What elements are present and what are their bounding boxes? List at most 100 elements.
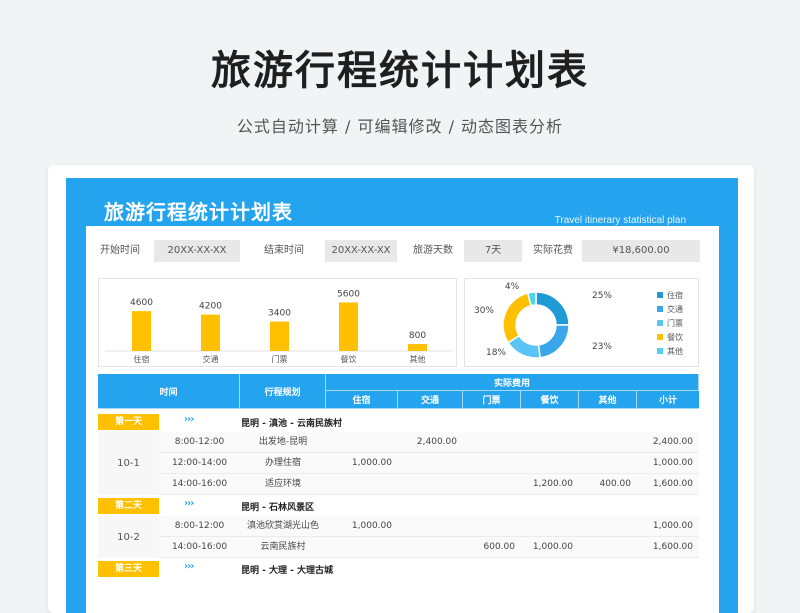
cost-cell[interactable]: [463, 474, 521, 495]
legend-label: 住宿: [667, 290, 683, 300]
end-time-label: 结束时间: [264, 245, 304, 256]
legend-label: 其他: [667, 346, 683, 356]
plan-cell[interactable]: 云南民族村: [240, 537, 326, 558]
cost-cell[interactable]: [579, 432, 637, 453]
cost-cell[interactable]: [326, 537, 398, 558]
start-time-value[interactable]: 20XX-XX-XX: [154, 240, 240, 262]
cost-cell[interactable]: [463, 432, 521, 453]
bar-value-label: 3400: [268, 309, 291, 319]
bar-category-label: 其他: [410, 354, 426, 364]
expand-arrow-icon[interactable]: ›››: [184, 414, 194, 425]
time-cell[interactable]: 14:00-16:00: [159, 474, 240, 495]
header-col-subtotal: 小计: [637, 391, 699, 409]
table-row: 8:00-12:00 滇池欣赏湖光山色 1,000.00 1,000.00: [159, 516, 699, 537]
day-date: 10-1: [98, 432, 159, 495]
header-plan: 行程规划: [240, 374, 326, 409]
legend-swatch: [657, 306, 663, 312]
cost-label: 实际花费: [533, 245, 573, 256]
cost-cell[interactable]: [326, 432, 398, 453]
cost-cell[interactable]: 1,000.00: [326, 453, 398, 474]
header-col-transport: 交通: [398, 391, 463, 409]
day-route-title: 昆明 - 滇池 - 云南民族村: [241, 419, 343, 429]
donut-value-label: 18%: [486, 348, 506, 358]
expand-arrow-icon[interactable]: ›››: [184, 561, 194, 572]
cost-cell[interactable]: 1,600.00: [637, 537, 699, 558]
cost-cell[interactable]: 1,000.00: [637, 453, 699, 474]
day-route-title: 昆明 - 大理 - 大理古城: [241, 566, 334, 576]
table-row: 12:00-14:00 办理住宿 1,000.00 1,000.00: [159, 453, 699, 474]
plan-cell[interactable]: 适应环境: [240, 474, 326, 495]
cost-cell[interactable]: [463, 516, 521, 537]
header-col-tickets: 门票: [463, 391, 521, 409]
time-cell[interactable]: 8:00-12:00: [159, 432, 240, 453]
day-group: 10-2 8:00-12:00 滇池欣赏湖光山色 1,000.00 1,000.00 14…: [98, 516, 699, 558]
plan-cell[interactable]: 滇池欣赏湖光山色: [240, 516, 326, 537]
donut-value-label: 30%: [474, 306, 494, 316]
sheet-body: 开始时间 20XX-XX-XX 结束时间 20XX-XX-XX 旅游天数 7天 …: [86, 226, 719, 613]
cost-cell[interactable]: [398, 474, 463, 495]
sheet-subtitle: Travel itinerary statistical plan: [554, 215, 686, 226]
legend-swatch: [657, 320, 663, 326]
donut-slice-1: [537, 324, 570, 359]
cost-cell[interactable]: [398, 516, 463, 537]
cost-value[interactable]: ¥18,600.00: [582, 240, 700, 262]
bar-2: [270, 321, 289, 351]
day-route-title: 昆明 - 石林风景区: [241, 503, 315, 513]
cost-cell[interactable]: [579, 516, 637, 537]
cost-cell[interactable]: 400.00: [579, 474, 637, 495]
header-col-other: 其他: [579, 391, 637, 409]
donut-slice-0: [535, 291, 570, 326]
expand-arrow-icon[interactable]: ›››: [184, 498, 194, 509]
donut-slice-3: [502, 292, 532, 344]
cost-cell[interactable]: [521, 432, 579, 453]
day-header-row: 第三天 ››› 昆明 - 大理 - 大理古城: [98, 559, 699, 579]
hero-title: 旅游行程统计计划表: [211, 48, 589, 94]
cost-cell[interactable]: 1,000.00: [637, 516, 699, 537]
header-col-dining: 餐饮: [521, 391, 579, 409]
cost-cell[interactable]: 1,600.00: [637, 474, 699, 495]
cost-cell[interactable]: 1,000.00: [326, 516, 398, 537]
table-row: 14:00-16:00 适应环境 1,200.00 400.00 1,600.00: [159, 474, 699, 495]
day-date: 10-2: [98, 516, 159, 558]
day-header-row: 第二天 ››› 昆明 - 石林风景区: [98, 496, 699, 516]
legend-label: 交通: [667, 304, 683, 314]
cost-cell[interactable]: [521, 453, 579, 474]
cost-cell[interactable]: [521, 516, 579, 537]
preview-card: 旅游行程统计计划表 Travel itinerary statistical p…: [48, 165, 754, 613]
bar-1: [201, 314, 220, 351]
cost-cell[interactable]: [579, 453, 637, 474]
cost-cell[interactable]: 1,200.00: [521, 474, 579, 495]
start-time-label: 开始时间: [100, 245, 140, 256]
legend-swatch: [657, 348, 663, 354]
day-badge: 第二天: [98, 498, 159, 514]
bar-value-label: 4600: [130, 298, 153, 308]
donut-chart: 25% 23% 18% 30% 4% 住宿交通门票餐饮其他: [474, 282, 683, 359]
bar-value-label: 800: [409, 331, 426, 341]
days-value[interactable]: 7天: [464, 240, 522, 262]
table-row: 14:00-16:00 云南民族村 600.00 1,000.00 1,600.00: [159, 537, 699, 558]
plan-cell[interactable]: 办理住宿: [240, 453, 326, 474]
legend-swatch: [657, 292, 663, 298]
cost-cell[interactable]: 1,000.00: [521, 537, 579, 558]
cost-cell[interactable]: 2,400.00: [398, 432, 463, 453]
cost-cell[interactable]: 2,400.00: [637, 432, 699, 453]
cost-cell[interactable]: [579, 537, 637, 558]
plan-cell[interactable]: 出发地-昆明: [240, 432, 326, 453]
end-time-value[interactable]: 20XX-XX-XX: [325, 240, 397, 262]
donut-value-label: 25%: [592, 291, 612, 301]
time-cell[interactable]: 8:00-12:00: [159, 516, 240, 537]
cost-cell[interactable]: [398, 453, 463, 474]
bar-3: [339, 302, 358, 351]
time-cell[interactable]: 12:00-14:00: [159, 453, 240, 474]
cost-cell[interactable]: [398, 537, 463, 558]
hero-subtitle: 公式自动计算 / 可编辑修改 / 动态图表分析: [236, 117, 564, 136]
time-cell[interactable]: 14:00-16:00: [159, 537, 240, 558]
table-header: 时间 行程规划 实际费用 住宿 交通 门票 餐饮 其他 小计: [98, 374, 699, 409]
donut-value-label: 23%: [592, 342, 612, 352]
day-badge: 第一天: [98, 414, 159, 430]
cost-cell[interactable]: [463, 453, 521, 474]
cost-cell[interactable]: 600.00: [463, 537, 521, 558]
summary-row: 开始时间 20XX-XX-XX 结束时间 20XX-XX-XX 旅游天数 7天 …: [86, 240, 719, 262]
cost-cell[interactable]: [326, 474, 398, 495]
bar-category-label: 住宿: [134, 354, 150, 364]
